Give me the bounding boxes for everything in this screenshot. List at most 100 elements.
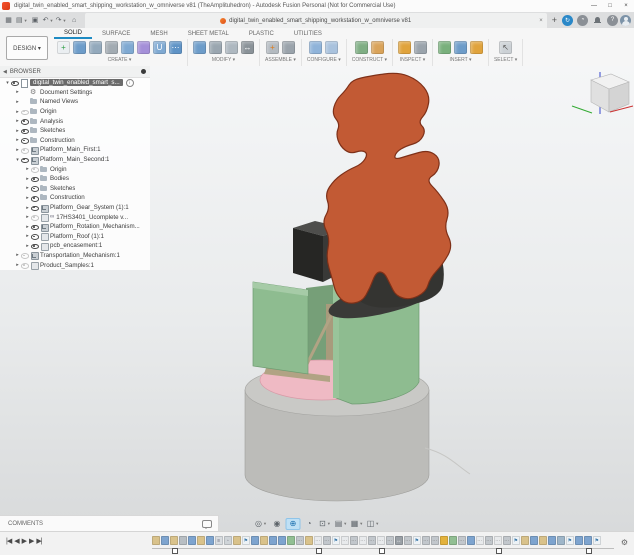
tree-expand-icon[interactable]: ▸ <box>24 195 31 201</box>
timeline-marker[interactable] <box>586 548 592 554</box>
timeline-feature-dots[interactable]: ⋯ <box>494 536 502 545</box>
zoom-icon[interactable]: ◔ <box>302 518 317 530</box>
tree-item-platform-main-second-1[interactable]: ▾ Platform_Main_Second:1 <box>0 155 150 165</box>
visibility-eye-icon[interactable] <box>11 79 18 86</box>
tree-expand-icon[interactable]: ▾ <box>14 157 21 163</box>
workspace-switcher-design[interactable]: DESIGN ▾ <box>6 36 48 60</box>
new-tab-button[interactable]: + <box>552 15 557 25</box>
visibility-eye-icon[interactable] <box>31 204 38 211</box>
tree-item-product-samples-1[interactable]: ▸Product_Samples:1 <box>0 260 150 270</box>
timeline-feature-component[interactable] <box>287 536 295 545</box>
tree-item-sketches[interactable]: ▸ Sketches <box>0 184 150 194</box>
pattern-icon[interactable]: ⋯ <box>169 41 182 54</box>
tree-item-origin[interactable]: ▸ Origin <box>0 164 150 174</box>
tree-item-platform-roof-1-1[interactable]: ▸Platform_Roof (1):1 <box>0 232 150 242</box>
tree-item-transportation-mechanism-1[interactable]: ▸ Transportation_Mechanism:1 <box>0 251 150 261</box>
redo-icon[interactable]: ↷▼ <box>56 14 67 26</box>
browser-header[interactable]: ◀ BROWSER <box>0 66 150 78</box>
timeline-feature-sketch[interactable] <box>233 536 241 545</box>
minimize-button[interactable]: — <box>586 1 602 12</box>
help-icon[interactable]: ? <box>607 15 618 26</box>
configuration-icon[interactable] <box>309 41 322 54</box>
browser-options-icon[interactable] <box>141 69 146 74</box>
timeline-feature-joint[interactable]: ⋯ <box>404 536 412 545</box>
timeline-feature-extrude[interactable] <box>467 536 475 545</box>
visibility-eye-icon[interactable] <box>31 194 38 201</box>
tree-item-label[interactable]: Analysis <box>40 118 63 125</box>
grid-and-snaps-icon[interactable]: ▦▼ <box>350 518 365 530</box>
tree-expand-icon[interactable]: ▸ <box>24 166 31 172</box>
step-forward-button[interactable]: ▶ <box>29 537 33 545</box>
timeline-feature-extrude[interactable] <box>206 536 214 545</box>
timeline-feature-extrude[interactable] <box>584 536 592 545</box>
timeline-marker[interactable] <box>316 548 322 554</box>
data-panel-icon[interactable]: ▦ <box>3 14 14 26</box>
select-icon[interactable]: ↖ <box>499 41 512 54</box>
insert-canvas-icon[interactable] <box>454 41 467 54</box>
ribbon-tab-solid[interactable]: SOLID <box>54 28 92 39</box>
timeline-feature-dots[interactable]: ⋯ <box>314 536 322 545</box>
viewport[interactable]: ◀ BROWSER ▾digital_twin_enabled_smart_s.… <box>0 66 634 531</box>
timeline-feature-joint[interactable]: ⋯ <box>431 536 439 545</box>
tree-expand-icon[interactable]: ▸ <box>24 185 31 191</box>
tree-item-label[interactable]: Platform_Main_Second:1 <box>40 156 109 163</box>
visibility-eye-icon[interactable] <box>21 108 28 115</box>
display-settings-icon[interactable]: ▤▼ <box>334 518 349 530</box>
tree-item-label[interactable]: Sketches <box>50 185 75 192</box>
tree-expand-icon[interactable]: ▸ <box>14 128 21 134</box>
tree-item-label[interactable]: Transportation_Mechanism:1 <box>40 252 120 259</box>
notifications-bell-icon[interactable] <box>592 15 603 26</box>
visibility-eye-icon[interactable] <box>31 175 38 182</box>
timeline-feature-sketch[interactable] <box>197 536 205 545</box>
timeline-feature-joint[interactable]: ⋯ <box>458 536 466 545</box>
timeline-feature-joint[interactable]: ⋯ <box>485 536 493 545</box>
timeline-marker[interactable] <box>172 548 178 554</box>
viewports-icon[interactable]: ◫▼ <box>366 518 381 530</box>
tree-item-label[interactable]: Sketches <box>40 127 65 134</box>
timeline-feature-sketch[interactable] <box>152 536 160 545</box>
job-status-icon[interactable]: ↻ <box>562 15 573 26</box>
tree-expand-icon[interactable]: ▸ <box>24 205 31 211</box>
visibility-eye-icon[interactable] <box>31 214 38 221</box>
timeline-feature-finish[interactable] <box>179 536 187 545</box>
timeline-feature-flag[interactable]: ⚑ <box>512 536 520 545</box>
timeline-feature-extrude[interactable] <box>278 536 286 545</box>
timeline-feature-flag[interactable]: ⚑ <box>566 536 574 545</box>
tree-item-bodies[interactable]: ▸Bodies <box>0 174 150 184</box>
timeline-feature-hole[interactable]: ◦ <box>224 536 232 545</box>
ribbon-group-label[interactable]: MODIFY ▾ <box>212 56 235 64</box>
tree-item-label[interactable]: pcb_encasement:1 <box>50 242 102 249</box>
timeline-feature-joint[interactable]: ⋯ <box>422 536 430 545</box>
timeline-feature-joint[interactable]: ⋯ <box>296 536 304 545</box>
tree-item-platform-main-first-1[interactable]: ▸Platform_Main_First:1 <box>0 145 150 155</box>
visibility-eye-icon[interactable] <box>31 223 38 230</box>
pan-icon[interactable]: ⊕ <box>286 518 301 530</box>
revolve-icon[interactable] <box>105 41 118 54</box>
undo-icon[interactable]: ↶▼ <box>43 14 54 26</box>
tree-item-label[interactable]: Origin <box>50 166 67 173</box>
timeline-feature-extrude[interactable] <box>188 536 196 545</box>
timeline-feature-extrude[interactable] <box>548 536 556 545</box>
ribbon-tab-sheet-metal[interactable]: SHEET METAL <box>178 28 239 39</box>
tree-item-label[interactable]: Bodies <box>50 175 69 182</box>
tree-item-label[interactable]: Platform_Gear_System (1):1 <box>50 204 129 211</box>
timeline-feature-sketch[interactable] <box>170 536 178 545</box>
tree-item-named-views[interactable]: ▸Named Views <box>0 97 150 107</box>
tree-expand-icon[interactable]: ▸ <box>14 252 21 258</box>
construction-plane-icon[interactable] <box>355 41 368 54</box>
tree-expand-icon[interactable]: ▸ <box>14 147 21 153</box>
ribbon-group-label[interactable]: INSPECT ▾ <box>400 56 425 64</box>
tree-expand-icon[interactable]: ▸ <box>24 224 31 230</box>
tree-item-document-settings[interactable]: ▸Document Settings <box>0 88 150 98</box>
loft-icon[interactable] <box>121 41 134 54</box>
fit-icon[interactable]: ⊡▼ <box>318 518 333 530</box>
timeline-feature-sketch[interactable] <box>539 536 547 545</box>
tree-expand-icon[interactable]: ▸ <box>24 243 31 249</box>
joint-icon[interactable] <box>282 41 295 54</box>
tree-item-17hs3401-ucomplete-v-[interactable]: ▸∞17HS3401_Ucomplete v... <box>0 212 150 222</box>
timeline-feature-dots[interactable]: ⋯ <box>341 536 349 545</box>
measure-icon[interactable] <box>398 41 411 54</box>
tree-item-label[interactable]: Construction <box>40 137 75 144</box>
tree-item-sketches[interactable]: ▸ Sketches <box>0 126 150 136</box>
tree-item-label[interactable]: Platform_Rotation_Mechanism... <box>50 223 140 230</box>
